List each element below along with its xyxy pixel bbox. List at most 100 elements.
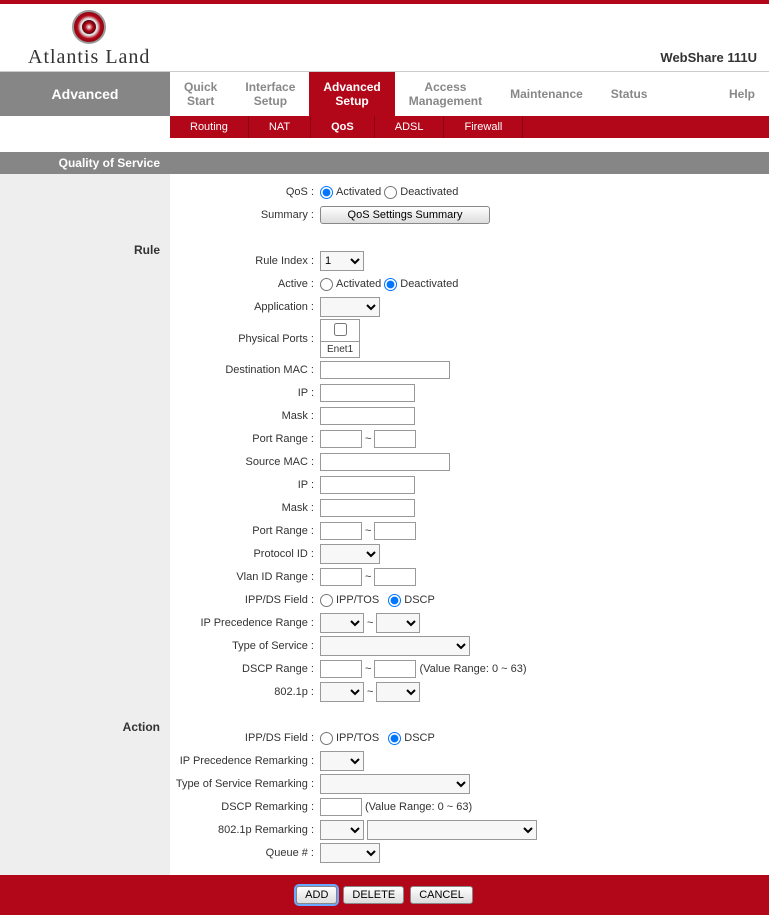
label-src-mac: Source MAC : <box>170 456 320 468</box>
tab-help[interactable]: Help <box>715 72 769 116</box>
label-queue-num: Queue # : <box>170 847 320 859</box>
label-dest-mask: Mask : <box>170 410 320 422</box>
input-dest-mac[interactable] <box>320 361 450 379</box>
select-ip-prec-to[interactable] <box>376 613 420 633</box>
brand-text: Atlantis Land <box>28 46 150 69</box>
select-rule-index[interactable]: 1 <box>320 251 364 271</box>
label-ip-prec-remark: IP Precedence Remarking : <box>170 755 320 767</box>
input-src-ip[interactable] <box>320 476 415 494</box>
qos-settings-summary-button[interactable]: QoS Settings Summary <box>320 206 490 224</box>
label-rule-index: Rule Index : <box>170 255 320 267</box>
port-label-enet1: Enet1 <box>321 342 360 358</box>
tab-access-management[interactable]: AccessManagement <box>395 72 496 116</box>
label-dscp-remark: DSCP Remarking : <box>170 801 320 813</box>
input-vlan-to[interactable] <box>374 568 416 586</box>
subtab-nat[interactable]: NAT <box>249 116 311 138</box>
label-dest-ip: IP : <box>170 387 320 399</box>
label-8021p: 802.1p : <box>170 686 320 698</box>
label-src-ip: IP : <box>170 479 320 491</box>
label-summary: Summary : <box>170 209 320 221</box>
label-tos-remark: Type of Service Remarking : <box>170 778 320 790</box>
label-qos: QoS : <box>170 186 320 198</box>
subtab-qos[interactable]: QoS <box>311 116 375 138</box>
section-header: Quality of Service <box>0 152 769 174</box>
label-dest-mac: Destination MAC : <box>170 364 320 376</box>
delete-button[interactable]: DELETE <box>343 886 404 904</box>
radio-action-dscp[interactable] <box>388 732 401 745</box>
header: Atlantis Land WebShare 111U <box>0 4 769 72</box>
dscp-note: (Value Range: 0 ~ 63) <box>419 663 526 675</box>
label-src-port-range: Port Range : <box>170 525 320 537</box>
radio-qos-activated[interactable] <box>320 186 333 199</box>
input-src-mac[interactable] <box>320 453 450 471</box>
label-dscp-range: DSCP Range : <box>170 663 320 675</box>
input-dscp-remark[interactable] <box>320 798 362 816</box>
subtab-routing[interactable]: Routing <box>170 116 249 138</box>
content-qos-summary: QoS : Activated Deactivated Summary : Qo… <box>0 174 769 237</box>
radio-rule-activated[interactable] <box>320 278 333 291</box>
tab-interface-setup[interactable]: InterfaceSetup <box>231 72 309 116</box>
label-tos: Type of Service : <box>170 640 320 652</box>
label-dest-port-range: Port Range : <box>170 433 320 445</box>
main-nav-items: QuickStart InterfaceSetup AdvancedSetup … <box>170 72 769 116</box>
input-dest-ip[interactable] <box>320 384 415 402</box>
input-src-port-to[interactable] <box>374 522 416 540</box>
radio-qos-deactivated-label: Deactivated <box>400 186 458 198</box>
radio-dscp[interactable] <box>388 594 401 607</box>
label-action-ippds: IPP/DS Field : <box>170 732 320 744</box>
cancel-button[interactable]: CANCEL <box>410 886 473 904</box>
input-dscp-to[interactable] <box>374 660 416 678</box>
input-src-port-from[interactable] <box>320 522 362 540</box>
input-dest-port-from[interactable] <box>320 430 362 448</box>
select-8021p-remark-a[interactable] <box>320 820 364 840</box>
select-queue-num[interactable] <box>320 843 380 863</box>
select-8021p-from[interactable] <box>320 682 364 702</box>
subtab-adsl[interactable]: ADSL <box>375 116 445 138</box>
select-8021p-to[interactable] <box>376 682 420 702</box>
select-8021p-remark-b[interactable] <box>367 820 537 840</box>
rule-header: Rule <box>0 237 170 714</box>
dscp-remark-note: (Value Range: 0 ~ 63) <box>365 801 472 813</box>
label-vlan-id-range: Vlan ID Range : <box>170 571 320 583</box>
physical-ports-table: Enet1 <box>320 319 360 358</box>
tab-advanced-setup[interactable]: AdvancedSetup <box>309 72 394 116</box>
content-action: Action IPP/DS Field : IPP/TOS DSCP IP Pr… <box>0 714 769 875</box>
brand-logo: Atlantis Land <box>28 10 150 69</box>
select-protocol-id[interactable] <box>320 544 380 564</box>
select-ip-prec-from[interactable] <box>320 613 364 633</box>
checkbox-enet1[interactable] <box>334 323 347 336</box>
add-button[interactable]: ADD <box>296 886 337 904</box>
label-8021p-remark: 802.1p Remarking : <box>170 824 320 836</box>
tab-status[interactable]: Status <box>597 72 662 116</box>
input-vlan-from[interactable] <box>320 568 362 586</box>
radio-rule-deactivated[interactable] <box>384 278 397 291</box>
action-header: Action <box>0 714 170 875</box>
input-dscp-from[interactable] <box>320 660 362 678</box>
select-tos[interactable] <box>320 636 470 656</box>
section-title: Quality of Service <box>0 152 170 174</box>
label-active: Active : <box>170 278 320 290</box>
input-src-mask[interactable] <box>320 499 415 517</box>
input-dest-mask[interactable] <box>320 407 415 425</box>
radio-qos-deactivated[interactable] <box>384 186 397 199</box>
label-src-mask: Mask : <box>170 502 320 514</box>
main-nav: Advanced QuickStart InterfaceSetup Advan… <box>0 72 769 116</box>
tab-quick-start[interactable]: QuickStart <box>170 72 231 116</box>
radio-qos-activated-label: Activated <box>336 186 381 198</box>
label-physical-ports: Physical Ports : <box>170 333 320 345</box>
input-dest-port-to[interactable] <box>374 430 416 448</box>
tab-maintenance[interactable]: Maintenance <box>496 72 597 116</box>
main-nav-active-label: Advanced <box>0 72 170 116</box>
radio-action-ipptos[interactable] <box>320 732 333 745</box>
logo-icon <box>72 10 106 44</box>
subtab-firewall[interactable]: Firewall <box>444 116 523 138</box>
radio-ipptos[interactable] <box>320 594 333 607</box>
select-tos-remark[interactable] <box>320 774 470 794</box>
label-ippds: IPP/DS Field : <box>170 594 320 606</box>
select-application[interactable] <box>320 297 380 317</box>
content-rule: Rule Rule Index : 1 Active : Activated D… <box>0 237 769 714</box>
label-application: Application : <box>170 301 320 313</box>
label-ip-prec-range: IP Precedence Range : <box>170 617 320 629</box>
select-ip-prec-remark[interactable] <box>320 751 364 771</box>
sub-nav: Routing NAT QoS ADSL Firewall <box>0 116 769 138</box>
